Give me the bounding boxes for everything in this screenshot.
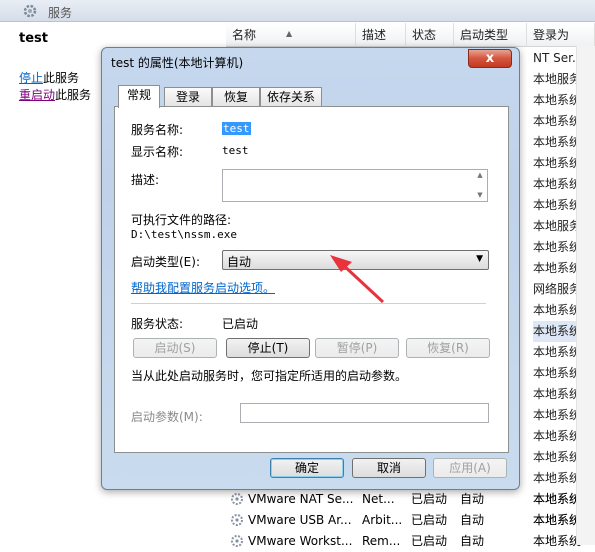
chevron-down-icon: ▼ — [476, 254, 483, 264]
list-header: 名称 ▲ 描述 状态 启动类型 登录为 — [226, 23, 595, 47]
row-service-description: Rem... — [362, 534, 401, 548]
display-name-label: 显示名称: — [131, 145, 184, 159]
table-row[interactable]: VMware USB Ar... Arbit... 已启动 自动 本地系统 — [226, 510, 595, 531]
logon-as-cell: 本地系统 — [533, 429, 582, 443]
service-properties-dialog: test 的属性(本地计算机) x 常规 登录 恢复 依存关系 服务名称: te… — [101, 47, 520, 490]
logon-as-cell: 本地系统 — [533, 240, 582, 254]
logon-as-cell: 本地系统 — [533, 303, 582, 317]
logon-as-cell: 本地系统 — [533, 387, 582, 401]
exe-path-value[interactable]: D:\test\nssm.exe — [131, 228, 237, 241]
row-service-name: VMware Workst... — [248, 534, 353, 548]
logon-as-cell: 网络服务 — [533, 282, 582, 296]
start-button[interactable]: 启动(S) — [133, 338, 217, 358]
logon-as-cell: 本地系统 — [533, 261, 582, 275]
column-header-description[interactable]: 描述 — [356, 23, 406, 47]
row-service-name: VMware NAT Se... — [248, 492, 354, 506]
start-params-input[interactable] — [240, 403, 489, 423]
column-header-logon-as[interactable]: 登录为 — [527, 23, 595, 47]
selected-service-name: test — [19, 31, 48, 46]
row-service-logon: 本地系统 — [533, 492, 582, 506]
row-service-logon: 本地系统 — [533, 513, 582, 527]
logon-as-cell: 本地系统 — [533, 156, 582, 170]
row-service-description: Net... — [362, 492, 395, 506]
row-service-status: 已启动 — [411, 513, 448, 527]
start-params-label: 启动参数(M): — [131, 410, 203, 424]
general-tab-panel: 服务名称: test 显示名称: test 描述: ▲ ▼ 可执行文件的路径: D… — [114, 106, 509, 453]
logon-as-cell: 本地系统 — [533, 135, 582, 149]
stop-service-link[interactable]: 停止 — [19, 71, 43, 85]
stop-service-suffix: 此服务 — [43, 71, 80, 85]
pause-button[interactable]: 暂停(P) — [315, 338, 399, 358]
close-icon: x — [485, 51, 495, 66]
restart-service-link[interactable]: 重启动 — [19, 88, 55, 102]
restart-service-suffix: 此服务 — [55, 88, 92, 102]
column-header-name[interactable]: 名称 ▲ — [226, 23, 356, 47]
row-service-startup: 自动 — [460, 534, 485, 548]
scroll-down-icon[interactable]: ▼ — [473, 190, 487, 200]
divider — [131, 303, 486, 304]
logon-as-cell: 本地系统 — [533, 321, 582, 342]
ok-button[interactable]: 确定 — [270, 458, 344, 478]
description-label: 描述: — [131, 173, 160, 187]
startup-type-value: 自动 — [227, 255, 252, 269]
sort-up-icon: ▲ — [286, 29, 293, 38]
logon-as-cell: 本地系统 — [533, 114, 582, 128]
service-gear-icon — [231, 493, 243, 505]
logon-as-cell: 本地服务 — [533, 219, 582, 233]
logon-as-cell: 本地系统 — [533, 93, 582, 107]
startup-type-label: 启动类型(E): — [131, 255, 200, 269]
stop-service-line: 停止此服务 — [19, 69, 79, 86]
startup-type-select[interactable]: 自动 ▼ — [222, 250, 489, 270]
resume-button[interactable]: 恢复(R) — [406, 338, 490, 358]
row-service-name: VMware USB Ar... — [248, 513, 352, 527]
service-name-label: 服务名称: — [131, 123, 184, 137]
list-scrollbar[interactable] — [576, 46, 595, 545]
service-status-value: 已启动 — [222, 317, 259, 331]
row-service-startup: 自动 — [460, 492, 485, 506]
logon-as-cell: 本地系统 — [533, 198, 582, 212]
row-service-status: 已启动 — [411, 534, 448, 548]
table-row[interactable]: VMware NAT Se... Net... 已启动 自动 本地系统 — [226, 489, 595, 510]
window-title: 服务 — [48, 6, 73, 20]
exe-path-label: 可执行文件的路径: — [131, 213, 232, 227]
apply-button[interactable]: 应用(A) — [433, 458, 507, 478]
dialog-title: test 的属性(本地计算机) — [111, 56, 244, 70]
scroll-up-icon[interactable]: ▲ — [473, 170, 487, 180]
description-scrollbar[interactable]: ▲ ▼ — [473, 170, 487, 201]
tab-logon[interactable]: 登录 — [164, 87, 212, 107]
row-service-startup: 自动 — [460, 513, 485, 527]
tab-recovery[interactable]: 恢复 — [212, 87, 260, 107]
service-gear-icon — [231, 514, 243, 526]
restart-service-line: 重启动此服务 — [19, 86, 91, 103]
row-service-logon: 本地系统 — [533, 534, 582, 548]
help-configure-link[interactable]: 帮助我配置服务启动选项。 — [131, 279, 275, 296]
start-params-hint: 当从此处启动服务时，您可指定所适用的启动参数。 — [131, 369, 408, 383]
logon-as-cell: 本地系统 — [533, 366, 582, 380]
service-status-label: 服务状态: — [131, 317, 184, 331]
row-service-description: Arbit... — [362, 513, 403, 527]
display-name-value[interactable]: test — [222, 144, 249, 157]
stop-button[interactable]: 停止(T) — [226, 338, 310, 358]
tab-dependencies[interactable]: 依存关系 — [260, 87, 322, 107]
service-gear-icon — [231, 535, 243, 547]
logon-as-cell: 本地系统 — [533, 450, 582, 464]
cancel-button[interactable]: 取消 — [352, 458, 426, 478]
table-row[interactable]: VMware Workst... Rem... 已启动 自动 本地系统 — [226, 531, 595, 552]
services-gear-icon — [23, 4, 37, 18]
service-name-value[interactable]: test — [222, 122, 251, 135]
row-service-status: 已启动 — [411, 492, 448, 506]
column-header-startup-type[interactable]: 启动类型 — [454, 23, 527, 47]
description-field[interactable]: ▲ ▼ — [222, 169, 488, 202]
logon-as-cell: 本地系统 — [533, 471, 582, 485]
logon-as-cell: 本地服务 — [533, 72, 582, 86]
window-titlebar: 服务 — [0, 0, 595, 22]
dialog-close-button[interactable]: x — [468, 49, 512, 68]
logon-as-cell: 本地系统 — [533, 408, 582, 422]
column-header-status[interactable]: 状态 — [406, 23, 454, 47]
column-header-name-label: 名称 — [232, 28, 257, 42]
logon-as-cell: 本地系统 — [533, 177, 582, 191]
logon-as-cell: 本地系统 — [533, 345, 582, 359]
tab-general[interactable]: 常规 — [118, 85, 160, 108]
